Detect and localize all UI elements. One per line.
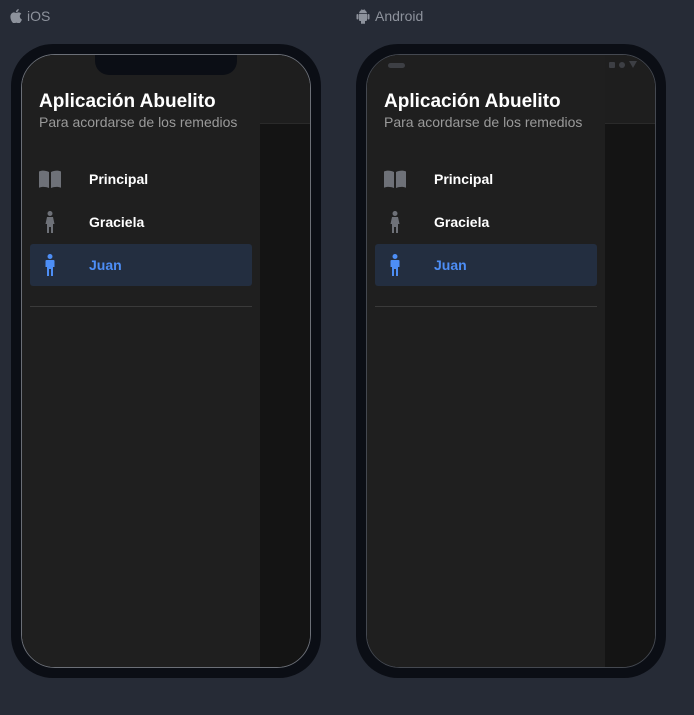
menu-item-label: Graciela: [89, 214, 145, 230]
male-icon: [30, 254, 70, 276]
drawer-subtitle: Para acordarse de los remedios: [39, 114, 238, 130]
menu-item-juan[interactable]: Juan: [30, 244, 252, 286]
ios-phone-frame: Aplicación Abuelito Para acordarse de lo…: [11, 44, 321, 678]
ios-flyout-drawer: Aplicación Abuelito Para acordarse de lo…: [22, 55, 260, 667]
drawer-title: Aplicación Abuelito: [384, 91, 561, 112]
menu-item-label: Juan: [434, 257, 467, 273]
drawer-subtitle: Para acordarse de los remedios: [384, 114, 583, 130]
menu-item-principal[interactable]: Principal: [30, 158, 252, 200]
drawer-divider: [375, 306, 597, 307]
menu-item-label: Graciela: [434, 214, 490, 230]
menu-item-label: Principal: [89, 171, 149, 187]
female-icon: [375, 211, 415, 233]
status-bar-icons: [609, 61, 637, 68]
book-icon: [30, 170, 70, 188]
android-label-text: Android: [375, 8, 424, 24]
apple-icon: [10, 9, 22, 23]
android-platform-label: Android: [356, 8, 423, 24]
male-icon: [375, 254, 415, 276]
drawer-title: Aplicación Abuelito: [39, 91, 216, 112]
android-flyout-drawer: Aplicación Abuelito Para acordarse de lo…: [367, 55, 605, 667]
book-icon: [375, 170, 415, 188]
menu-item-graciela[interactable]: Graciela: [375, 201, 597, 243]
wifi-icon: [619, 61, 625, 68]
ios-screen: Aplicación Abuelito Para acordarse de lo…: [21, 54, 311, 668]
menu-item-juan[interactable]: Juan: [375, 244, 597, 286]
android-screen: Aplicación Abuelito Para acordarse de lo…: [366, 54, 656, 668]
android-icon: [356, 8, 370, 24]
female-icon: [30, 211, 70, 233]
menu-item-graciela[interactable]: Graciela: [30, 201, 252, 243]
signal-icon: [609, 61, 615, 68]
ios-label-text: iOS: [27, 8, 51, 24]
camera-cutout: [388, 63, 405, 68]
drawer-divider: [30, 306, 252, 307]
menu-item-label: Juan: [89, 257, 122, 273]
ios-notch: [95, 55, 237, 75]
menu-item-label: Principal: [434, 171, 494, 187]
android-phone-frame: Aplicación Abuelito Para acordarse de lo…: [356, 44, 666, 678]
battery-icon: [629, 61, 637, 68]
ios-platform-label: iOS: [10, 8, 50, 24]
menu-item-principal[interactable]: Principal: [375, 158, 597, 200]
